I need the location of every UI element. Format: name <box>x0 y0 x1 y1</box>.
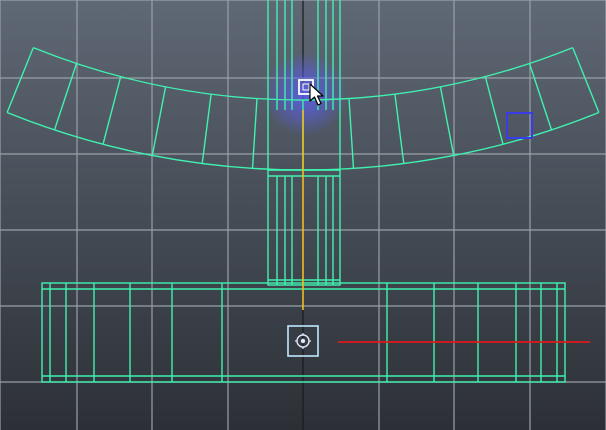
viewport-canvas[interactable] <box>0 0 606 430</box>
3d-viewport[interactable] <box>0 0 606 430</box>
